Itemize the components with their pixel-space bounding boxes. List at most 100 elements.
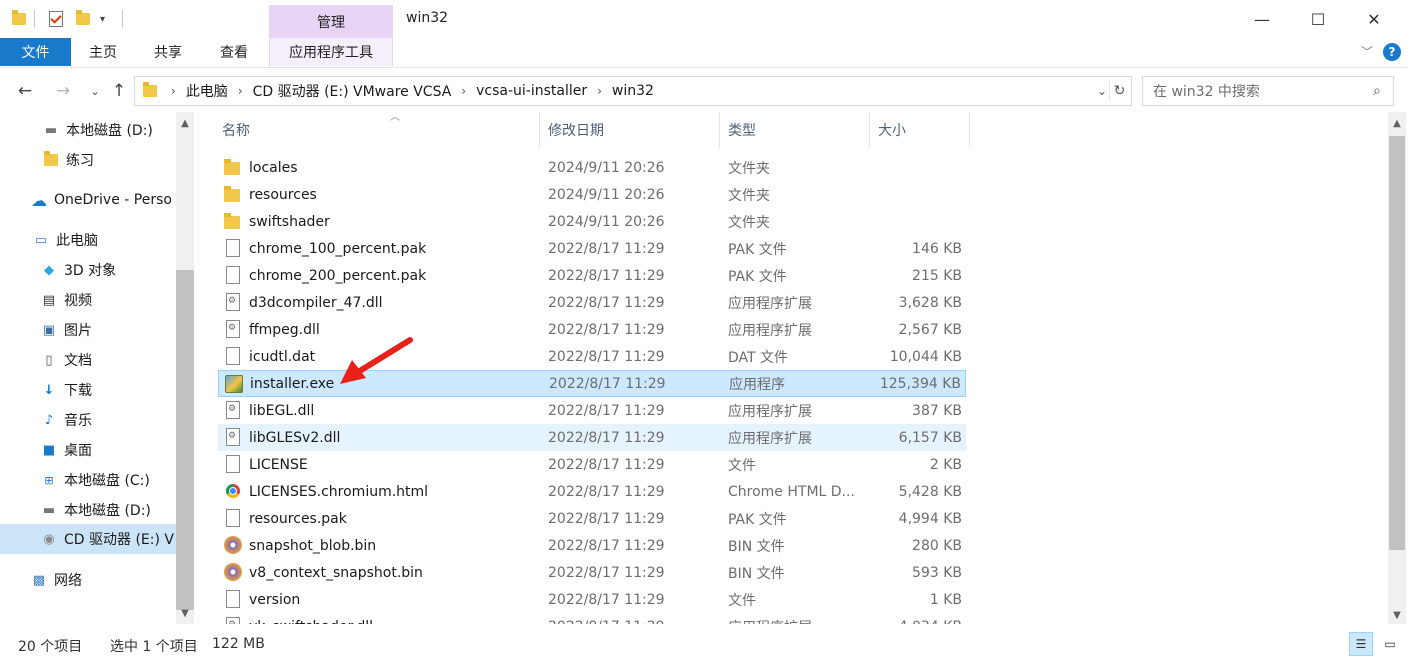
breadcrumb-chevron-icon[interactable]: › xyxy=(171,84,176,98)
scroll-down-icon[interactable]: ▼ xyxy=(176,604,194,622)
separator xyxy=(34,10,35,28)
new-folder-icon[interactable] xyxy=(76,10,90,28)
nav-item-network[interactable]: ▩ 网络 xyxy=(0,566,176,594)
column-header-size[interactable]: 大小 xyxy=(870,112,970,148)
file-date: 2022/8/17 11:29 xyxy=(548,348,665,365)
tab-view[interactable]: 查看 xyxy=(204,38,264,66)
table-row[interactable]: snapshot_blob.bin 2022/8/17 11:29 BIN 文件 28… xyxy=(218,532,966,559)
column-header-type[interactable]: 类型 xyxy=(720,112,870,148)
nav-item-this-pc[interactable]: ▭ 此电脑 xyxy=(0,226,176,254)
file-name: v8_context_snapshot.bin xyxy=(249,564,423,581)
nav-item-desktop[interactable]: ■ 桌面 xyxy=(0,436,176,464)
table-row[interactable]: chrome_200_percent.pak 2022/8/17 11:29 PAK… xyxy=(218,262,966,289)
desktop-icon: ■ xyxy=(42,442,56,458)
properties-icon[interactable] xyxy=(49,10,63,28)
tab-share[interactable]: 共享 xyxy=(138,38,198,66)
file-size: 125,394 KB xyxy=(879,375,961,392)
table-row[interactable]: LICENSES.chromium.html 2022/8/17 11:29 Chr… xyxy=(218,478,966,505)
forward-arrow-icon[interactable]: → xyxy=(52,80,74,102)
file-type: 应用程序 xyxy=(729,376,785,393)
breadcrumb-chevron-icon[interactable]: › xyxy=(461,84,466,98)
table-row[interactable]: chrome_100_percent.pak 2022/8/17 11:29 PAK… xyxy=(218,235,966,262)
details-view-icon[interactable]: ☰ xyxy=(1349,632,1373,656)
table-row[interactable]: LICENSE 2022/8/17 11:29 文件 2 KB xyxy=(218,451,966,478)
refresh-icon[interactable]: ↻ xyxy=(1109,81,1129,101)
scroll-up-icon[interactable]: ▲ xyxy=(1388,114,1406,132)
file-name: resources xyxy=(249,186,317,203)
table-row[interactable]: icudtl.dat 2022/8/17 11:29 DAT 文件 10,044 KB xyxy=(218,343,966,370)
ribbon: 文件 主页 共享 查看 应用程序工具 ﹀ ? xyxy=(0,38,1408,68)
table-row[interactable]: vk_swiftshader.dll 2022/8/17 11:29 应用程序扩展 4… xyxy=(218,613,966,624)
file-type: BIN 文件 xyxy=(728,565,785,582)
scroll-down-icon[interactable]: ▼ xyxy=(1388,606,1406,624)
table-row[interactable]: v8_context_snapshot.bin 2022/8/17 11:29 BI… xyxy=(218,559,966,586)
minimize-button[interactable]: — xyxy=(1234,0,1290,38)
table-row[interactable]: libEGL.dll 2022/8/17 11:29 应用程序扩展 387 KB xyxy=(218,397,966,424)
address-bar[interactable]: › 此电脑 › CD 驱动器 (E:) VMware VCSA › vcsa-u… xyxy=(134,76,1132,106)
tab-home[interactable]: 主页 xyxy=(74,38,132,66)
file-date: 2022/8/17 11:29 xyxy=(548,240,665,257)
file-date: 2024/9/11 20:26 xyxy=(548,213,665,230)
breadcrumb-vcsa-ui-installer[interactable]: vcsa-ui-installer xyxy=(476,83,587,99)
table-row[interactable]: installer.exe 2022/8/17 11:29 应用程序 125,394 … xyxy=(218,370,966,397)
file-date: 2022/8/17 11:29 xyxy=(548,294,665,311)
nav-item-local-disk-d[interactable]: ▬ 本地磁盘 (D:) xyxy=(0,116,176,144)
expand-ribbon-icon[interactable]: ﹀ xyxy=(1360,44,1374,59)
search-input[interactable]: 在 win32 中搜索 ⌕ xyxy=(1142,76,1394,106)
maximize-button[interactable]: ☐ xyxy=(1290,0,1346,38)
separator xyxy=(122,10,123,28)
breadcrumb-chevron-icon[interactable]: › xyxy=(597,84,602,98)
file-list-scroll-thumb[interactable] xyxy=(1389,136,1405,550)
up-arrow-icon[interactable]: ↑ xyxy=(108,80,130,102)
breadcrumb-cd-drive[interactable]: CD 驱动器 (E:) VMware VCSA xyxy=(253,81,452,101)
nav-item-onedrive[interactable]: ☁ OneDrive - Perso xyxy=(0,186,176,214)
nav-scrollbar[interactable]: ▲ ▼ xyxy=(176,112,194,624)
nav-item-3d-objects[interactable]: ◆ 3D 对象 xyxy=(0,256,176,284)
picture-icon: ▣ xyxy=(42,322,56,338)
table-row[interactable]: resources 2024/9/11 20:26 文件夹 xyxy=(218,181,966,208)
file-name: installer.exe xyxy=(250,375,335,392)
table-row[interactable]: locales 2024/9/11 20:26 文件夹 xyxy=(218,154,966,181)
dll-file-icon xyxy=(226,401,240,419)
address-dropdown-icon[interactable]: ⌄ xyxy=(1097,84,1107,98)
nav-scroll-thumb[interactable] xyxy=(176,270,194,610)
search-icon[interactable]: ⌕ xyxy=(1373,83,1381,99)
window-title: win32 xyxy=(406,10,449,26)
recent-locations-chevron-icon[interactable]: ⌄ xyxy=(84,80,106,102)
large-icons-view-icon[interactable]: ▭ xyxy=(1378,632,1402,656)
table-row[interactable]: swiftshader 2024/9/11 20:26 文件夹 xyxy=(218,208,966,235)
breadcrumb-win32[interactable]: win32 xyxy=(612,83,654,99)
nav-item-downloads[interactable]: ↓ 下载 xyxy=(0,376,176,404)
tab-app-tools[interactable]: 应用程序工具 xyxy=(269,38,393,66)
nav-item-documents[interactable]: ▯ 文档 xyxy=(0,346,176,374)
file-list-scrollbar[interactable]: ▲ ▼ xyxy=(1388,112,1406,624)
nav-item-label: 桌面 xyxy=(64,443,92,459)
chrome-icon xyxy=(226,484,240,498)
table-row[interactable]: resources.pak 2022/8/17 11:29 PAK 文件 4,994 … xyxy=(218,505,966,532)
close-button[interactable]: ✕ xyxy=(1346,0,1402,38)
nav-item-videos[interactable]: ▤ 视频 xyxy=(0,286,176,314)
computer-icon: ▭ xyxy=(34,232,48,248)
nav-item-practice[interactable]: 练习 xyxy=(0,146,176,174)
breadcrumb-this-pc[interactable]: 此电脑 xyxy=(186,81,228,101)
back-arrow-icon[interactable]: ← xyxy=(14,80,36,102)
dll-file-icon xyxy=(226,320,240,338)
table-row[interactable]: ffmpeg.dll 2022/8/17 11:29 应用程序扩展 2,567 KB xyxy=(218,316,966,343)
column-header-date[interactable]: 修改日期 xyxy=(540,112,720,148)
nav-item-cd-drive[interactable]: ◉ CD 驱动器 (E:) V xyxy=(0,524,176,554)
nav-item-local-disk-c[interactable]: ⊞ 本地磁盘 (C:) xyxy=(0,466,176,494)
table-row[interactable]: libGLESv2.dll 2022/8/17 11:29 应用程序扩展 6,157 … xyxy=(218,424,966,451)
tab-file[interactable]: 文件 xyxy=(0,38,71,66)
nav-item-pictures[interactable]: ▣ 图片 xyxy=(0,316,176,344)
column-header-name[interactable]: 名称 ︿ xyxy=(214,112,540,148)
quick-access-dropdown-icon[interactable]: ▾ xyxy=(100,10,105,28)
table-row[interactable]: d3dcompiler_47.dll 2022/8/17 11:29 应用程序扩展 3… xyxy=(218,289,966,316)
table-row[interactable]: version 2022/8/17 11:29 文件 1 KB xyxy=(218,586,966,613)
scroll-up-icon[interactable]: ▲ xyxy=(176,114,194,132)
help-button[interactable]: ? xyxy=(1383,43,1401,61)
file-size: 10,044 KB xyxy=(889,348,962,365)
breadcrumb-chevron-icon[interactable]: › xyxy=(238,84,243,98)
nav-item-local-disk-d-2[interactable]: ▬ 本地磁盘 (D:) xyxy=(0,496,176,524)
nav-item-music[interactable]: ♪ 音乐 xyxy=(0,406,176,434)
nav-item-label: 视频 xyxy=(64,293,92,309)
